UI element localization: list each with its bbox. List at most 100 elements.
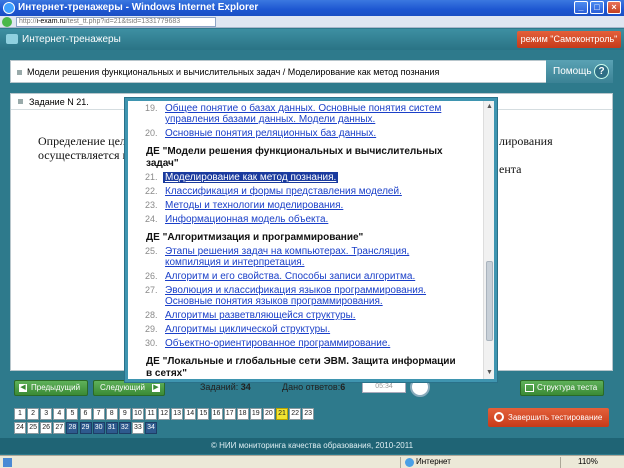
- url-field[interactable]: http://i-exam.ru/test_tt.php?id=21&tsid=…: [16, 17, 216, 27]
- question-number-button[interactable]: 17: [223, 408, 236, 420]
- topic-link[interactable]: Алгоритмы разветвляющейся структуры.: [165, 310, 356, 321]
- test-structure-button[interactable]: Структура теста: [520, 380, 604, 396]
- question-text-line1-end: лирования: [499, 134, 553, 148]
- question-number-button[interactable]: 9: [118, 408, 131, 420]
- question-number-button[interactable]: 27: [53, 422, 66, 434]
- topic-link[interactable]: Основные понятия реляционных баз данных.: [165, 128, 376, 139]
- topic-number: 29.: [145, 324, 158, 334]
- topic-number: 30.: [145, 338, 158, 348]
- question-number-button[interactable]: 22: [289, 408, 302, 420]
- question-number-button[interactable]: 2: [27, 408, 40, 420]
- topic-link[interactable]: Основные понятия языков программирования…: [165, 296, 383, 307]
- close-button[interactable]: ×: [607, 1, 621, 14]
- structure-label: Структура теста: [537, 383, 598, 392]
- scrollbar-thumb[interactable]: [486, 261, 493, 341]
- question-number-button[interactable]: 10: [131, 408, 144, 420]
- back-icon[interactable]: [2, 17, 12, 27]
- topic-number: 24.: [145, 214, 158, 224]
- question-number-button[interactable]: 13: [171, 408, 184, 420]
- question-number-button[interactable]: 6: [79, 408, 92, 420]
- topic-number: 26.: [145, 271, 158, 281]
- topic-link[interactable]: Классификация и формы представления моде…: [165, 186, 402, 197]
- question-number-button[interactable]: 14: [184, 408, 197, 420]
- topic-selector[interactable]: Модели решения функциональных и вычислит…: [10, 60, 613, 83]
- topic-link[interactable]: Эволюция и классификация языков программ…: [165, 285, 426, 296]
- question-number-button[interactable]: 26: [40, 422, 53, 434]
- question-number-button[interactable]: 5: [66, 408, 79, 420]
- topic-dropdown-popup: 19. Общее понятие о базах данных. Основны…: [125, 98, 497, 382]
- topic-number: 27.: [145, 285, 158, 295]
- topic-bullet-icon: [17, 70, 22, 75]
- zoom-level[interactable]: 110%: [578, 457, 598, 466]
- question-number-button[interactable]: 3: [40, 408, 53, 420]
- question-number-button[interactable]: 30: [92, 422, 105, 434]
- next-label: Следующий: [100, 383, 145, 392]
- finish-icon: [494, 412, 504, 422]
- page-done-icon: [3, 458, 12, 467]
- question-number-button[interactable]: 31: [105, 422, 118, 434]
- question-number-button[interactable]: 15: [197, 408, 210, 420]
- question-number-button[interactable]: 21: [276, 408, 288, 420]
- question-number-button[interactable]: 33: [131, 422, 144, 434]
- topic-number: 22.: [145, 186, 158, 196]
- question-number-button[interactable]: 12: [158, 408, 171, 420]
- internet-zone-icon: [405, 458, 414, 467]
- topic-link-selected[interactable]: Моделирование как метод познания.: [163, 172, 339, 183]
- question-number-button[interactable]: 11: [145, 408, 157, 420]
- url-prefix: http://: [19, 18, 37, 25]
- topic-section-heading: в сетях": [146, 368, 187, 379]
- question-number-button[interactable]: 16: [210, 408, 223, 420]
- status-separator: [560, 457, 561, 468]
- tasks-count: 34: [240, 382, 251, 392]
- question-number-button[interactable]: 20: [262, 408, 275, 420]
- topic-link[interactable]: Общее понятие о базах данных. Основные п…: [165, 103, 441, 114]
- question-number-button[interactable]: 18: [236, 408, 249, 420]
- question-number-button[interactable]: 24: [14, 422, 26, 434]
- help-icon: ?: [594, 64, 609, 79]
- previous-button[interactable]: ◀ Предыдущий: [14, 380, 88, 396]
- timer-display: 05:34: [362, 381, 406, 393]
- topic-link[interactable]: Алгоритмы циклической структуры.: [165, 324, 330, 335]
- topic-link[interactable]: Методы и технологии моделирования.: [165, 200, 343, 211]
- topic-number: 19.: [145, 103, 158, 113]
- topic-link[interactable]: Объектно-ориентированное программировани…: [165, 338, 390, 349]
- question-number-button[interactable]: 19: [249, 408, 262, 420]
- maximize-button[interactable]: □: [590, 1, 604, 14]
- help-button[interactable]: Помощь ?: [546, 60, 613, 83]
- question-number-button[interactable]: 23: [302, 408, 315, 420]
- question-number-button[interactable]: 28: [66, 422, 79, 434]
- status-separator: [400, 457, 401, 468]
- topic-link[interactable]: Этапы решения задач на компьютерах. Тран…: [165, 246, 409, 257]
- question-number-button[interactable]: 8: [105, 408, 118, 420]
- popup-scrollbar[interactable]: ▲ ▼: [483, 101, 494, 379]
- question-number-button[interactable]: 1: [14, 408, 26, 420]
- internet-explorer-icon: [3, 2, 15, 14]
- topic-link[interactable]: компиляция и интерпретация.: [165, 257, 305, 268]
- question-number-button[interactable]: 25: [27, 422, 40, 434]
- scroll-up-icon[interactable]: ▲: [486, 103, 493, 111]
- scroll-down-icon[interactable]: ▼: [486, 369, 493, 377]
- topic-section-heading: ДЕ "Алгоритмизация и программирование": [146, 232, 364, 243]
- app-header: Интернет-тренажеры режим "Самоконтроль": [0, 29, 624, 50]
- question-number-button[interactable]: 34: [145, 422, 157, 434]
- question-number-button[interactable]: 32: [118, 422, 131, 434]
- tasks-label: Заданий:: [200, 382, 239, 392]
- topic-link[interactable]: Алгоритм и его свойства. Способы записи …: [165, 271, 415, 282]
- question-number-button[interactable]: 29: [79, 422, 92, 434]
- next-button[interactable]: Следующий ▶: [93, 380, 165, 396]
- topic-link[interactable]: Информационная модель объекта.: [165, 214, 328, 225]
- tasks-count-info: Заданий: 34: [200, 382, 251, 392]
- minimize-button[interactable]: _: [574, 1, 588, 14]
- window-title: Интернет-тренажеры - Windows Internet Ex…: [18, 2, 259, 13]
- question-number-button[interactable]: 4: [53, 408, 66, 420]
- page-footer: © НИИ мониторинга качества образования, …: [0, 438, 624, 454]
- url-domain: i-exam.ru: [36, 18, 66, 25]
- topic-link[interactable]: управления базами данных. Модели данных.: [165, 114, 375, 125]
- structure-icon: [525, 384, 534, 392]
- finish-test-button[interactable]: Завершить тестирование: [488, 408, 609, 427]
- topic-section-heading: ДЕ "Локальные и глобальные сети ЭВМ. Защ…: [146, 356, 456, 367]
- address-bar: http://i-exam.ru/test_tt.php?id=21&tsid=…: [0, 16, 624, 28]
- question-number-button[interactable]: 7: [92, 408, 105, 420]
- topic-section-heading: задач": [146, 158, 179, 169]
- app-logo-icon: [6, 34, 18, 44]
